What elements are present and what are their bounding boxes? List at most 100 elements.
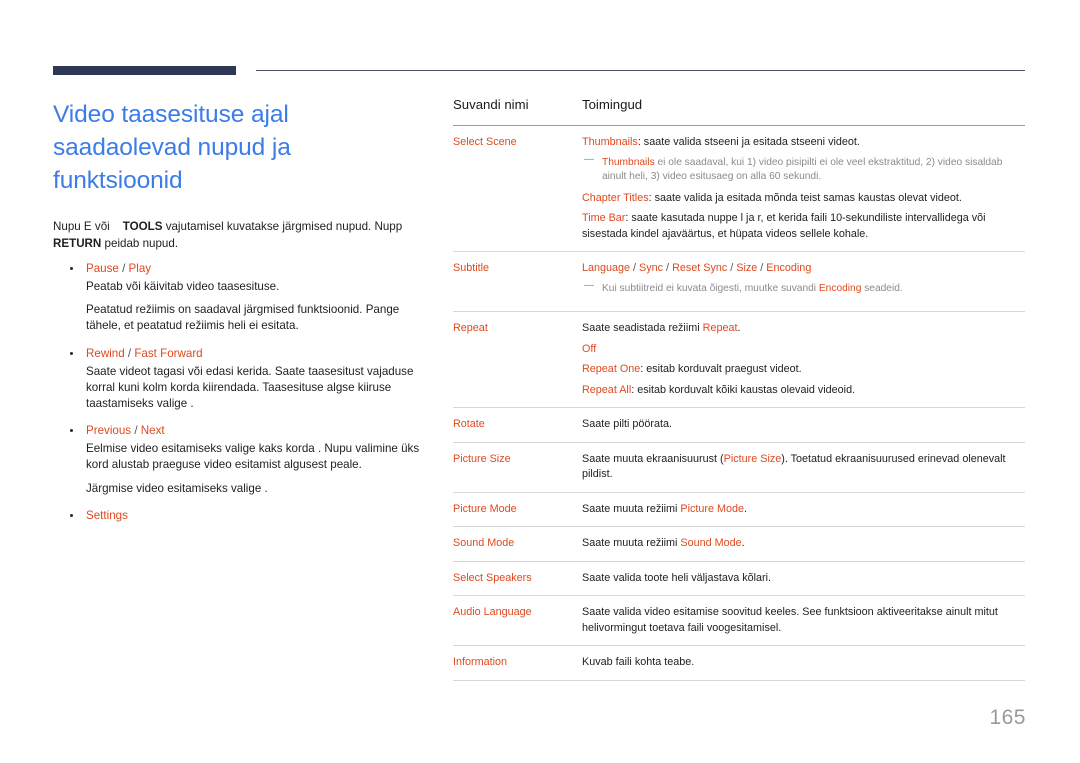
action-text-pre: Saate seadistada režiimi <box>582 322 703 335</box>
intro-text-2: vajutamisel kuvatakse järgmised nupud. N… <box>165 220 403 233</box>
action-text-pre: Saate muuta režiimi <box>582 502 681 515</box>
option-name-cell: Subtitle <box>453 262 490 275</box>
option-name-cell: Select Scene <box>453 136 517 148</box>
bullet-body-text: Järgmise video esitamiseks valige . <box>86 481 268 495</box>
action-line: Saate muuta režiimi Picture Mode. <box>582 502 1025 518</box>
header-rule-thin <box>256 70 1025 72</box>
table-row: Select Scene Thumbnails: saate valida st… <box>453 126 1025 252</box>
action-text: . <box>744 502 748 515</box>
keyword: Size <box>736 262 758 275</box>
action-line: Saate pilti pöörata. <box>582 418 673 431</box>
table-row: Picture Size Saate muuta ekraanisuurust … <box>453 442 1025 493</box>
keyword: Chapter Titles <box>582 191 649 204</box>
option-name-cell: Repeat <box>453 322 488 335</box>
option-name-cell: Picture Size <box>453 452 511 465</box>
keyword: Encoding <box>766 262 812 275</box>
option-name-cell: Sound Mode <box>453 537 515 550</box>
keyword: Repeat All <box>582 383 632 396</box>
list-item: Pause / Play Peatab või käivitab video t… <box>53 261 428 335</box>
note-text-pre: Kui subtiitreid ei kuvata õigesti, muutk… <box>602 282 819 294</box>
list-item: Rewind / Fast Forward Saate videot tagas… <box>53 346 428 413</box>
keyword: Picture Size <box>723 452 782 465</box>
note-text: ei ole saadaval, kui 1) video pisipilti … <box>602 156 1003 183</box>
action-cell: Saate valida video esitamise soovitud ke… <box>568 596 1025 646</box>
table-row: Select Speakers Saate valida toote heli … <box>453 561 1025 596</box>
bullet-key-a: Previous <box>86 424 132 438</box>
table-row: Rotate Saate pilti pöörata. <box>453 408 1025 443</box>
function-bullet-list: Pause / Play Peatab või käivitab video t… <box>53 261 428 524</box>
keyword: Sync <box>639 262 664 275</box>
action-cell: Thumbnails: saate valida stseeni ja esit… <box>568 126 1025 252</box>
action-line: Chapter Titles: saate valida ja esitada … <box>582 191 1025 207</box>
keyword: Language <box>582 262 631 275</box>
option-name-cell: Information <box>453 656 508 669</box>
bullet-body-text: Eelmise video esitamiseks valige kaks ko… <box>86 442 420 472</box>
action-line: Saate valida video esitamise soovitud ke… <box>582 606 998 634</box>
option-name-cell: Rotate <box>453 418 485 431</box>
action-line: Thumbnails: saate valida stseeni ja esit… <box>582 135 1025 151</box>
action-note: Kui subtiitreid ei kuvata õigesti, muutk… <box>582 279 1025 297</box>
bullet-heading: Previous / Next <box>86 423 428 439</box>
keyword: Repeat One <box>582 363 641 376</box>
page-title: Video taasesituse ajal saadaolevad nupud… <box>53 101 291 194</box>
intro-text-3: peidab nupud. <box>104 236 179 250</box>
keyword: Reset Sync <box>672 262 728 275</box>
action-cell: Saate muuta ekraanisuurust (Picture Size… <box>568 442 1025 492</box>
options-table-wrapper: Suvandi nimi Toimingud Select Scene Thum… <box>453 97 1025 681</box>
action-line: Saate muuta ekraanisuurust (Picture Size… <box>582 452 1025 483</box>
action-text: : saate kasutada nuppe l ja r, et kerida… <box>582 212 986 240</box>
action-cell: Saate seadistada režiimi Repeat. Off Rep… <box>568 312 1025 408</box>
table-row: Information Kuvab faili kohta teabe. <box>453 646 1025 681</box>
left-column: Video taasesituse ajal saadaolevad nupud… <box>53 98 428 535</box>
action-text: . <box>737 322 741 335</box>
bullet-separator: / <box>131 424 141 438</box>
options-table: Suvandi nimi Toimingud Select Scene Thum… <box>453 97 1025 681</box>
action-line: Saate seadistada režiimi Repeat. <box>582 321 1025 337</box>
keyword: Repeat <box>702 322 738 335</box>
action-line: Saate muuta režiimi Sound Mode. <box>582 536 1025 552</box>
action-text: : saate valida stseeni ja esitada stseen… <box>637 136 860 148</box>
action-cell: Saate muuta režiimi Sound Mode. <box>568 527 1025 562</box>
action-cell: Saate valida toote heli väljastava kõlar… <box>568 561 1025 596</box>
bullet-heading: Settings <box>86 508 428 524</box>
bullet-separator: / <box>124 346 135 360</box>
action-text-pre: Saate muuta režiimi <box>582 537 681 550</box>
table-row: Subtitle Language / Sync / Reset Sync / … <box>453 252 1025 312</box>
bullet-key-b: Next <box>140 424 165 438</box>
header-rule-thick <box>53 66 236 75</box>
column-header-option-name: Suvandi nimi <box>453 97 529 112</box>
keyword: Sound Mode <box>680 537 742 550</box>
action-text: : esitab korduvalt praegust videot. <box>640 363 802 376</box>
bullet-body-text: Peatatud režiimis on saadaval järgmised … <box>86 303 400 333</box>
table-header-row: Suvandi nimi Toimingud <box>453 97 1025 126</box>
option-name-cell: Select Speakers <box>453 571 532 584</box>
list-item: Previous / Next Eelmise video esitamisek… <box>53 423 428 497</box>
keyword: Thumbnails <box>582 136 638 148</box>
keyword: Thumbnails <box>602 156 655 168</box>
intro-text-1: Nupu E või <box>53 220 110 233</box>
bullet-key-b: Play <box>128 262 152 275</box>
keyword: Off <box>582 342 597 355</box>
action-cell: Saate muuta režiimi Picture Mode. <box>568 492 1025 527</box>
action-text-pre: Saate muuta ekraanisuurust ( <box>582 452 724 465</box>
table-body: Select Scene Thumbnails: saate valida st… <box>453 126 1025 681</box>
keyword: Picture Mode <box>680 502 745 515</box>
note-text-post: seadeid. <box>861 282 903 294</box>
table-row: Repeat Saate seadistada režiimi Repeat. … <box>453 312 1025 408</box>
bullet-heading: Pause / Play <box>86 261 428 277</box>
action-line: Repeat One: esitab korduvalt praegust vi… <box>582 362 1025 378</box>
action-text: . <box>741 537 745 550</box>
bullet-key-b: Fast Forward <box>134 346 203 360</box>
document-page: Video taasesituse ajal saadaolevad nupud… <box>0 0 1080 763</box>
action-line: Time Bar: saate kasutada nuppe l ja r, e… <box>582 211 1025 242</box>
bullet-body-text: Saate videot tagasi või edasi kerida. Sa… <box>86 364 414 411</box>
action-cell: Language / Sync / Reset Sync / Size / En… <box>568 252 1025 312</box>
intro-key-tools: TOOLS <box>122 220 163 233</box>
bullet-key-a: Settings <box>86 508 128 522</box>
page-number: 165 <box>989 706 1026 729</box>
option-name-cell: Audio Language <box>453 606 532 619</box>
action-cell: Kuvab faili kohta teabe. <box>568 646 1025 681</box>
action-line: Off <box>582 342 1025 358</box>
table-head: Suvandi nimi Toimingud <box>453 97 1025 126</box>
intro-key-return: RETURN <box>53 236 102 250</box>
